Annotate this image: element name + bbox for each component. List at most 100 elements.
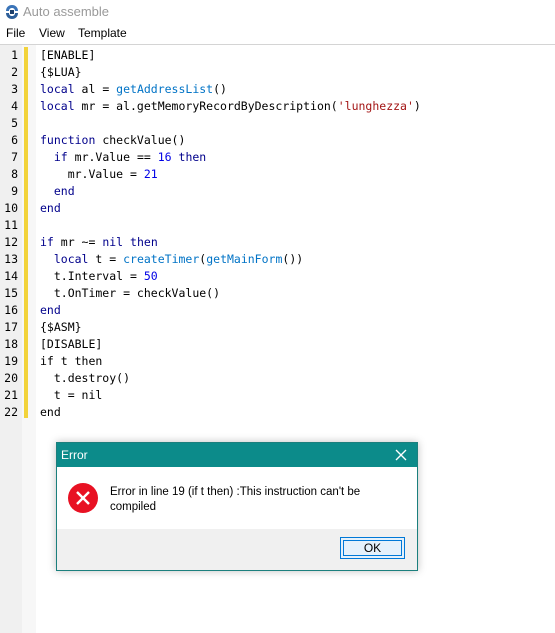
code-line[interactable]: end xyxy=(40,404,61,421)
line-number: 10 xyxy=(4,201,18,215)
menu-template[interactable]: Template xyxy=(78,26,127,40)
code-token-kw: then xyxy=(178,150,207,164)
line-number: 21 xyxy=(4,388,18,402)
code-line[interactable]: t.Interval = 50 xyxy=(40,268,158,285)
code-token-kw: local xyxy=(40,99,75,113)
code-line[interactable]: local t = createTimer(getMainForm()) xyxy=(40,251,303,268)
code-token: end xyxy=(40,405,61,419)
code-line[interactable]: {$LUA} xyxy=(40,64,82,81)
code-token-fn: createTimer xyxy=(123,252,200,266)
code-line[interactable]: t.OnTimer = checkValue() xyxy=(40,285,220,302)
code-line[interactable]: t.destroy() xyxy=(40,370,130,387)
line-number: 7 xyxy=(11,150,18,164)
code-token-kw: function xyxy=(40,133,96,147)
line-number: 12 xyxy=(4,235,18,249)
line-number: 2 xyxy=(11,65,18,79)
code-token: if t then xyxy=(40,354,103,368)
menu-file[interactable]: File xyxy=(6,26,25,40)
modified-lines-marker xyxy=(24,47,28,418)
code-token-kw: end xyxy=(40,201,61,215)
code-line[interactable]: if mr.Value == 16 then xyxy=(40,149,206,166)
code-token-kw: nil xyxy=(102,235,124,249)
code-token-kw: local xyxy=(40,82,75,96)
code-token-kw: if xyxy=(40,235,54,249)
line-number: 5 xyxy=(11,116,18,130)
code-token: mr.Value = xyxy=(40,167,144,181)
code-token-num: 16 xyxy=(157,150,172,164)
cheat-engine-icon xyxy=(6,5,18,19)
code-line[interactable]: end xyxy=(40,302,61,319)
code-line[interactable]: t = nil xyxy=(40,387,102,404)
title-bar: Auto assemble xyxy=(0,0,555,24)
code-token-dir: {$LUA} xyxy=(40,65,82,79)
error-message: Error in line 19 (if t then) :This instr… xyxy=(110,486,361,513)
code-line[interactable]: if t then xyxy=(40,353,102,370)
line-number: 8 xyxy=(11,167,18,181)
code-token: al = xyxy=(74,82,117,96)
menu-view[interactable]: View xyxy=(39,26,65,40)
code-token-dir: [DISABLE] xyxy=(40,337,103,351)
window-title: Auto assemble xyxy=(23,4,109,19)
line-number: 11 xyxy=(4,218,18,232)
code-token: mr.Value == xyxy=(67,150,158,164)
code-line[interactable]: end xyxy=(40,200,61,217)
code-token: () xyxy=(213,82,227,96)
menu-bar: File View Template xyxy=(0,24,555,43)
line-number: 1 xyxy=(11,48,18,62)
code-line[interactable]: end xyxy=(40,183,75,200)
code-token: t.OnTimer = checkValue() xyxy=(40,286,221,300)
line-number: 6 xyxy=(11,133,18,147)
line-number: 15 xyxy=(4,286,18,300)
ok-button-focus-ring xyxy=(343,540,402,556)
code-line[interactable]: local al = getAddressList() xyxy=(40,81,227,98)
code-token: ()) xyxy=(282,252,304,266)
line-number: 16 xyxy=(4,303,18,317)
code-line[interactable]: [ENABLE] xyxy=(40,47,95,64)
code-line[interactable]: local mr = al.getMemoryRecordByDescripti… xyxy=(40,98,421,115)
code-token-kw: end xyxy=(40,303,61,317)
dialog-footer: OK xyxy=(57,529,417,570)
code-line[interactable]: if mr ~= nil then xyxy=(40,234,158,251)
code-token: mr ~= xyxy=(53,235,103,249)
dialog-title-bar: Error xyxy=(57,443,417,467)
dialog-body: Error in line 19 (if t then) :This instr… xyxy=(57,467,417,529)
line-number: 20 xyxy=(4,371,18,385)
line-number: 17 xyxy=(4,320,18,334)
code-token-kw: local xyxy=(53,252,89,266)
line-number: 19 xyxy=(4,354,18,368)
code-token-fn: getAddressList xyxy=(116,82,214,96)
code-token: t.Interval = xyxy=(40,269,144,283)
code-token-fn: getMainForm xyxy=(206,252,283,266)
code-line[interactable]: [DISABLE] xyxy=(40,336,102,353)
code-token-num: 21 xyxy=(143,167,158,181)
code-token-kw: then xyxy=(130,235,158,249)
line-number: 13 xyxy=(4,252,18,266)
code-token: checkValue() xyxy=(95,133,186,147)
line-number: 3 xyxy=(11,82,18,96)
line-number: 18 xyxy=(4,337,18,351)
code-token: ) xyxy=(413,99,421,113)
code-token: t.destroy() xyxy=(40,371,131,385)
ok-button[interactable]: OK xyxy=(340,537,405,559)
dialog-title: Error xyxy=(61,448,88,462)
code-token-dir: [ENABLE] xyxy=(40,48,96,62)
line-number: 14 xyxy=(4,269,18,283)
code-line[interactable]: function checkValue() xyxy=(40,132,185,149)
code-token-kw: end xyxy=(53,184,75,198)
line-number: 4 xyxy=(11,99,18,113)
code-token: mr = al.getMemoryRecordByDescription( xyxy=(74,99,338,113)
code-token: t = nil xyxy=(40,388,103,402)
code-token-dir: {$ASM} xyxy=(40,320,82,334)
code-token-kw: if xyxy=(53,150,68,164)
line-number: 9 xyxy=(11,184,18,198)
line-number-gutter: 1 2 3 4 5 6 7 8 9 10 11 12 13 14 15 16 17 18 19 20 21 22 xyxy=(0,45,22,633)
close-icon[interactable] xyxy=(393,447,409,463)
code-line[interactable]: {$ASM} xyxy=(40,319,82,336)
code-line[interactable]: mr.Value = 21 xyxy=(40,166,158,183)
code-token-num: 50 xyxy=(143,269,158,283)
error-icon xyxy=(68,483,98,513)
